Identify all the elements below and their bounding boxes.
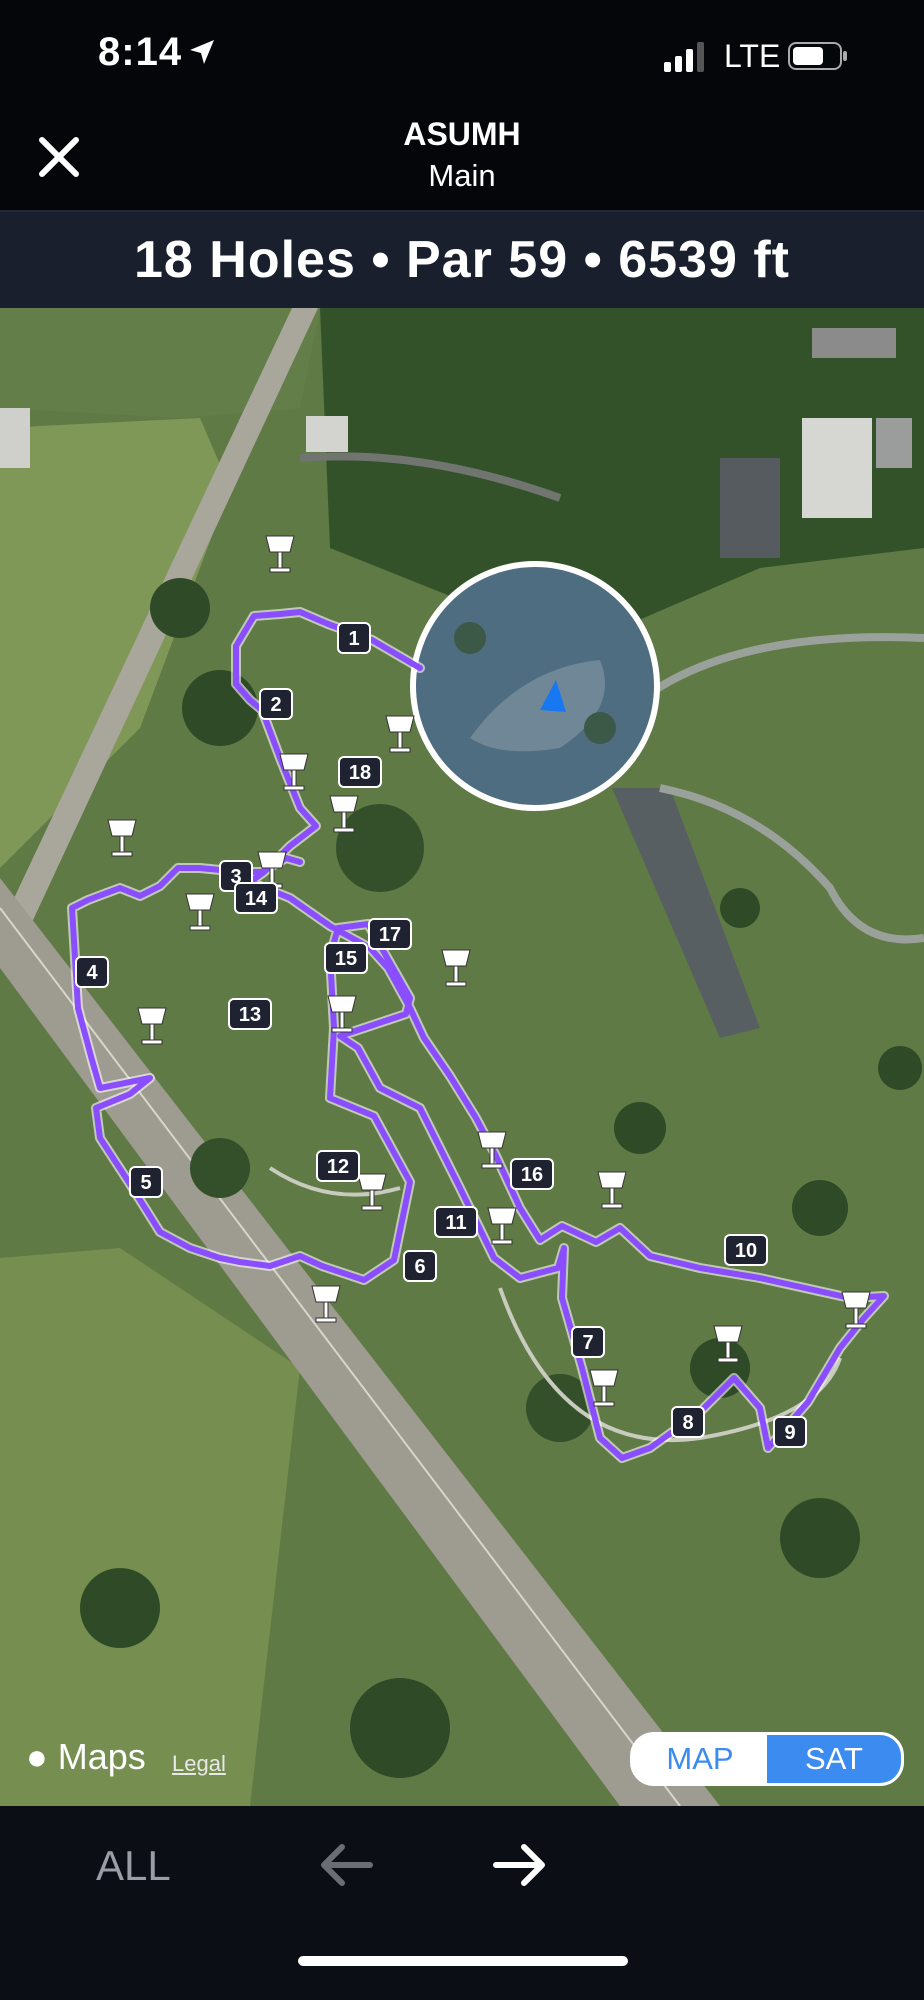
legal-link[interactable]: Legal: [172, 1751, 226, 1777]
svg-text:14: 14: [245, 888, 268, 910]
battery-icon: [788, 42, 847, 70]
hole-label-12[interactable]: 12: [316, 1150, 360, 1182]
hole-label-17[interactable]: 17: [368, 918, 412, 950]
hole-label-18[interactable]: 18: [338, 756, 382, 788]
svg-text:13: 13: [239, 1004, 261, 1026]
hole-label-6[interactable]: 6: [403, 1250, 437, 1282]
svg-text:8: 8: [682, 1412, 693, 1434]
home-indicator: [298, 1956, 628, 1966]
hole-label-15[interactable]: 15: [324, 942, 368, 974]
clock-time: 8:14: [98, 30, 183, 74]
svg-text:5: 5: [140, 1172, 151, 1194]
svg-text:1: 1: [348, 628, 359, 650]
svg-text:6: 6: [414, 1256, 425, 1278]
all-holes-button[interactable]: ALL: [96, 1842, 171, 1890]
hole-label-10[interactable]: 10: [724, 1234, 768, 1266]
hole-label-11[interactable]: 11: [434, 1206, 478, 1238]
svg-text:2: 2: [270, 694, 281, 716]
svg-text:18: 18: [349, 762, 371, 784]
hole-label-9[interactable]: 9: [773, 1416, 807, 1448]
svg-text:17: 17: [379, 924, 401, 946]
svg-text:11: 11: [445, 1212, 466, 1234]
nav-header: ASUMH Main: [0, 110, 924, 212]
svg-text:16: 16: [521, 1164, 543, 1186]
hole-label-8[interactable]: 8: [671, 1406, 705, 1438]
svg-text:15: 15: [335, 948, 357, 970]
cellular-signal-icon: [664, 42, 704, 72]
apple-logo-icon: ●: [26, 1736, 48, 1777]
bottom-nav: ALL: [0, 1806, 924, 2000]
course-layout: Main: [428, 158, 496, 193]
sat-mode-button[interactable]: SAT: [767, 1735, 901, 1783]
hole-label-16[interactable]: 16: [510, 1158, 554, 1190]
svg-text:7: 7: [582, 1332, 593, 1354]
satellite-map: 12345678 9101112131415161718: [0, 308, 924, 1806]
course-stats: 18 Holes • Par 59 • 6539 ft: [0, 212, 924, 308]
hole-label-1[interactable]: 1: [337, 622, 371, 654]
location-arrow-icon: [190, 40, 214, 64]
svg-text:10: 10: [735, 1240, 757, 1262]
maps-label: Maps: [57, 1736, 146, 1777]
hole-label-13[interactable]: 13: [228, 998, 272, 1030]
hole-label-14[interactable]: 14: [234, 882, 278, 914]
carrier-label: LTE: [724, 38, 781, 74]
svg-text:9: 9: [784, 1422, 795, 1444]
maps-provider-logo: ● Maps: [26, 1736, 146, 1778]
hole-label-7[interactable]: 7: [571, 1326, 605, 1358]
map-mode-button[interactable]: MAP: [633, 1735, 767, 1783]
hole-label-4[interactable]: 4: [75, 956, 109, 988]
svg-text:4: 4: [86, 962, 98, 984]
hole-label-2[interactable]: 2: [259, 688, 293, 720]
status-bar: 8:14 LTE: [0, 0, 924, 110]
map-type-toggle[interactable]: MAP SAT: [630, 1732, 904, 1786]
course-map[interactable]: 1 2 3 4 5 6 7 8 9 10 11 12 13 14 15 16 17 18 ● Maps Legal…: [0, 308, 924, 1806]
arrow-left-icon[interactable]: [316, 1840, 376, 1890]
hole-label-5[interactable]: 5: [129, 1166, 163, 1198]
arrow-right-icon[interactable]: [490, 1840, 550, 1890]
course-title: ASUMH: [403, 116, 521, 152]
svg-text:12: 12: [327, 1156, 349, 1178]
